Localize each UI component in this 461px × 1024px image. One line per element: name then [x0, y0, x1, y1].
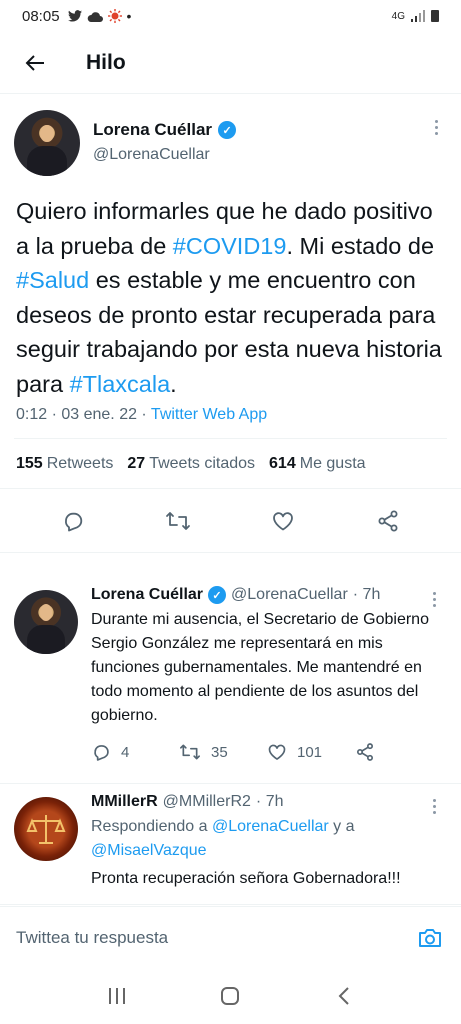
reply-text: Pronta recuperación señora Gobernadora!!… — [91, 870, 401, 887]
hashtag-covid19[interactable]: #COVID19 — [173, 233, 287, 259]
like-button[interactable]: 101 — [267, 742, 355, 762]
signal-icon — [411, 10, 425, 22]
share-icon — [378, 510, 398, 531]
reply-icon — [64, 512, 82, 531]
reply-composer: Twittea tu respuesta — [0, 906, 461, 968]
author-handle[interactable]: @LorenaCuellar — [231, 586, 348, 604]
hashtag-tlaxcala[interactable]: #Tlaxcala — [70, 371, 171, 397]
author-handle[interactable]: @MMillerR2 — [163, 793, 251, 811]
recent-apps-icon — [108, 988, 125, 1004]
reply-input[interactable]: Twittea tu respuesta — [16, 928, 415, 948]
sun-alert-icon — [107, 9, 122, 23]
tweet-source-link[interactable]: Twitter Web App — [151, 406, 267, 423]
reply-text: Durante mi ausencia, el Secretario de Go… — [91, 611, 429, 724]
battery-icon — [431, 10, 439, 22]
reply-header: MMillerR @MMillerR2 · 7h — [91, 793, 443, 811]
twitter-icon — [67, 10, 82, 22]
cloud-icon — [87, 11, 103, 22]
back-button[interactable] — [0, 32, 70, 94]
tweet-actions — [0, 489, 461, 553]
retweet-button[interactable]: 35 — [179, 742, 267, 762]
network-label: 4G — [391, 10, 405, 22]
retweet-icon — [165, 511, 190, 530]
author-name[interactable]: MMillerR — [91, 793, 158, 811]
status-bar: 08:05 • 4G — [0, 0, 461, 32]
author-names: Lorena Cuéllar ✓ @LorenaCuellar — [93, 120, 237, 164]
heart-icon — [268, 744, 286, 760]
replying-to: Respondiendo a @LorenaCuellar y a @Misael… — [91, 818, 355, 859]
back-nav-button[interactable] — [324, 976, 364, 1016]
home-icon — [221, 987, 240, 1005]
system-nav-bar — [0, 968, 461, 1024]
like-count: 101 — [297, 743, 323, 761]
dot-icon: • — [126, 8, 132, 24]
more-options-icon[interactable] — [429, 592, 439, 610]
tweet-stats: 155 Retweets 27 Tweets citados 614 Me gusta — [0, 439, 461, 489]
status-time: 08:05 — [22, 7, 60, 25]
reply-time: · 7h — [255, 793, 284, 810]
reply-tweet[interactable]: Lorena Cuéllar ✓ @LorenaCuellar · 7h Dur… — [0, 578, 461, 784]
verified-badge-icon: ✓ — [218, 121, 237, 139]
reply-time: · 7h — [352, 586, 381, 603]
chevron-left-icon — [338, 987, 349, 1005]
reply-actions: 4 35 101 — [91, 742, 443, 762]
recent-apps-button[interactable] — [97, 976, 137, 1016]
tweet-timestamp: 0:12 · 03 ene. 22 · — [16, 406, 151, 423]
mention-link[interactable]: @MisaelVazque — [91, 842, 207, 859]
avatar[interactable] — [14, 110, 80, 176]
reply-header: Lorena Cuéllar ✓ @LorenaCuellar · 7h — [91, 586, 443, 604]
mention-link[interactable]: @LorenaCuellar — [212, 818, 329, 835]
tweet-text: Quiero informarles que he dado positivo … — [0, 194, 461, 401]
more-options-icon[interactable] — [429, 799, 439, 817]
tweet-author-row: Lorena Cuéllar ✓ @LorenaCuellar — [0, 96, 461, 176]
scales-of-justice-icon — [26, 815, 66, 844]
share-button[interactable] — [355, 742, 443, 762]
main-tweet: Lorena Cuéllar ✓ @LorenaCuellar Quiero i… — [0, 96, 461, 553]
reply-tweet[interactable]: MMillerR @MMillerR2 · 7h Respondiendo a … — [0, 785, 461, 905]
heart-icon — [273, 511, 294, 530]
author-handle[interactable]: @LorenaCuellar — [93, 146, 236, 164]
quotes-stat[interactable]: 27 Tweets citados — [127, 455, 255, 473]
page-title: Hilo — [86, 50, 126, 74]
share-button[interactable] — [366, 499, 410, 543]
avatar[interactable] — [14, 797, 78, 861]
tweet-text-segment: . — [170, 370, 177, 397]
app-bar: Hilo — [0, 32, 461, 94]
system-icons: 4G — [392, 10, 439, 22]
tweet-meta: 0:12 · 03 ene. 22 · Twitter Web App — [0, 406, 461, 424]
tweet-text-segment: . Mi estado de — [286, 232, 435, 259]
retweets-stat[interactable]: 155 Retweets — [16, 455, 113, 473]
camera-icon — [419, 928, 441, 947]
retweet-button[interactable] — [156, 499, 200, 543]
reply-button[interactable] — [51, 499, 95, 543]
arrow-left-icon — [25, 54, 44, 71]
like-button[interactable] — [261, 499, 305, 543]
author-name[interactable]: Lorena Cuéllar — [91, 586, 203, 604]
likes-stat[interactable]: 614 Me gusta — [269, 455, 366, 473]
notification-icons: • — [67, 8, 132, 24]
reply-button[interactable]: 4 — [91, 742, 179, 762]
hashtag-salud[interactable]: #Salud — [16, 267, 89, 293]
home-button[interactable] — [210, 976, 250, 1016]
retweet-icon — [179, 744, 200, 760]
verified-badge-icon: ✓ — [208, 586, 227, 604]
more-options-icon[interactable] — [431, 120, 441, 138]
share-icon — [357, 743, 373, 761]
author-name[interactable]: Lorena Cuéllar — [93, 120, 212, 140]
retweet-count: 35 — [211, 743, 228, 761]
reply-count: 4 — [121, 743, 130, 761]
avatar[interactable] — [14, 590, 78, 654]
camera-button[interactable] — [415, 923, 445, 953]
reply-icon — [94, 745, 109, 761]
